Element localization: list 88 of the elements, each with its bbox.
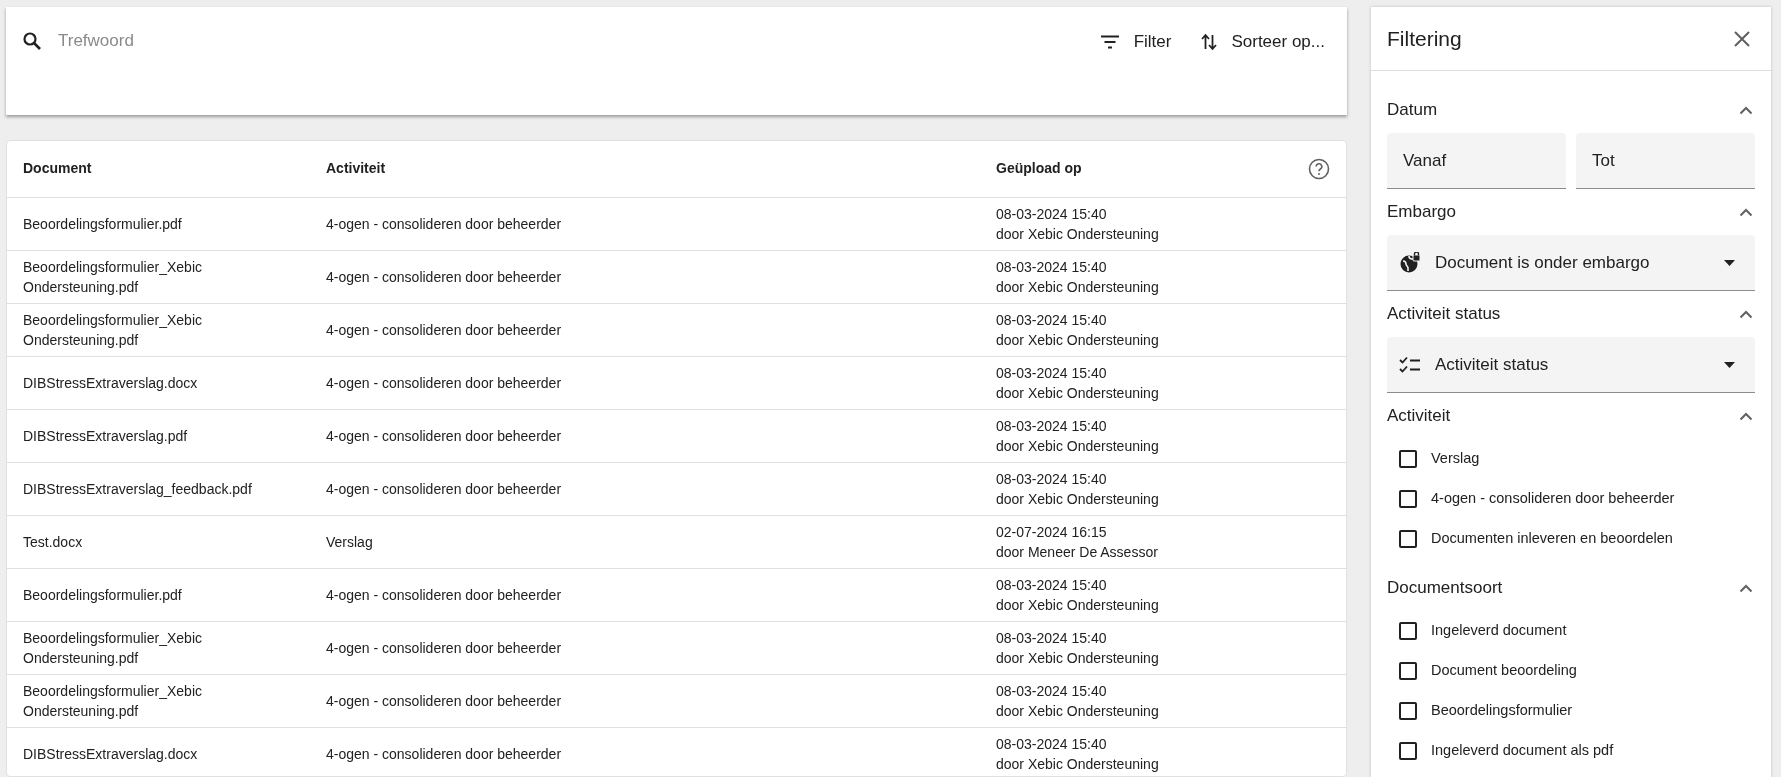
checkbox[interactable] — [1399, 490, 1417, 508]
checklist-icon — [1399, 355, 1421, 374]
upload-date: 08-03-2024 15:40 — [996, 628, 1108, 648]
table-cell: Beoordelingsformulier.pdf — [7, 197, 310, 250]
checkbox-label: Beoordelingsformulier — [1431, 701, 1573, 721]
section-title: Activiteit — [1387, 405, 1451, 428]
filter-icon — [1099, 34, 1120, 49]
upload-date: 08-03-2024 15:40 — [996, 310, 1108, 330]
checkbox[interactable] — [1399, 702, 1417, 720]
date-field[interactable]: Vanaf — [1387, 133, 1566, 189]
checkbox-label: 4-ogen - consolideren door beheerder — [1431, 489, 1675, 509]
upload-date: 08-03-2024 15:40 — [996, 416, 1108, 436]
table-cell: Beoordelingsformulier.pdf — [7, 568, 310, 621]
table-cell: 4-ogen - consolideren door beheerder — [310, 674, 980, 727]
table-cell: 4-ogen - consolideren door beheerder — [310, 356, 980, 409]
table-cell: Beoordelingsformulier_Xebic Ondersteuning.pdf — [7, 674, 310, 727]
uploader: door Xebic Ondersteuning — [996, 489, 1160, 509]
column-header: Activiteit — [310, 141, 980, 197]
checkbox[interactable] — [1399, 662, 1417, 680]
table-cell: 4-ogen - consolideren door beheerder — [310, 621, 980, 674]
sort-button[interactable]: Sorteer op... — [1195, 27, 1331, 57]
help-icon[interactable] — [1308, 157, 1330, 180]
search-field[interactable]: Trefwoord — [56, 27, 456, 55]
upload-date: 08-03-2024 15:40 — [996, 575, 1108, 595]
sort-arrows-icon — [1201, 32, 1218, 51]
checkbox[interactable] — [1399, 530, 1417, 548]
checkbox[interactable] — [1399, 622, 1417, 640]
uploader: door Xebic Ondersteuning — [996, 277, 1160, 297]
dropdown[interactable]: Document is onder embargo — [1387, 235, 1755, 291]
section-title: Documentsoort — [1387, 577, 1503, 600]
dropdown-caret-icon — [1724, 259, 1735, 266]
uploader: door Xebic Ondersteuning — [996, 701, 1160, 721]
upload-date: 08-03-2024 15:40 — [996, 204, 1108, 224]
table-cell: DIBStressExtraverslag.docx — [7, 356, 310, 409]
upload-date: 08-03-2024 15:40 — [996, 469, 1108, 489]
close-icon — [1733, 30, 1751, 49]
chevron-up-icon[interactable] — [1739, 208, 1753, 218]
upload-date: 08-03-2024 15:40 — [996, 681, 1108, 701]
chevron-up-icon[interactable] — [1739, 584, 1753, 594]
table-cell: DIBStressExtraverslag_feedback.pdf — [7, 462, 310, 515]
upload-date: 08-03-2024 15:40 — [996, 257, 1108, 277]
table-cell: Beoordelingsformulier_Xebic Ondersteuning.pdf — [7, 250, 310, 303]
uploader: door Xebic Ondersteuning — [996, 648, 1160, 668]
upload-date: 02-07-2024 16:15 — [996, 522, 1108, 542]
table-cell: DIBStressExtraverslag.docx — [7, 727, 310, 776]
checkbox-label: Documenten inleveren en beoordelen — [1431, 529, 1673, 549]
table-cell: 4-ogen - consolideren door beheerder — [310, 727, 980, 776]
column-header: Geüpload op — [980, 141, 1286, 197]
table-cell: DIBStressExtraverslag.pdf — [7, 409, 310, 462]
table-cell: Verslag — [310, 515, 980, 568]
section-title: Datum — [1387, 99, 1438, 122]
uploader: door Xebic Ondersteuning — [996, 754, 1160, 774]
table-cell: 4-ogen - consolideren door beheerder — [310, 568, 980, 621]
checkbox[interactable] — [1399, 742, 1417, 760]
column-header: Document — [7, 141, 310, 197]
checkbox-label: Ingeleverd document als pdf — [1431, 741, 1614, 761]
uploader: door Xebic Ondersteuning — [996, 224, 1160, 244]
upload-date: 08-03-2024 15:40 — [996, 734, 1108, 754]
checkbox-label: Ingeleverd document — [1431, 621, 1567, 641]
table-cell: 4-ogen - consolideren door beheerder — [310, 197, 980, 250]
uploader: door Xebic Ondersteuning — [996, 595, 1160, 615]
table-cell: 4-ogen - consolideren door beheerder — [310, 250, 980, 303]
chevron-up-icon[interactable] — [1739, 310, 1753, 320]
uploader: door Xebic Ondersteuning — [996, 436, 1160, 456]
date-field[interactable]: Tot — [1576, 133, 1755, 189]
uploader: door Meneer De Assessor — [996, 542, 1159, 562]
table-cell: Test.docx — [7, 515, 310, 568]
dropdown-caret-icon — [1724, 361, 1735, 368]
search-icon — [22, 30, 42, 51]
chevron-up-icon[interactable] — [1739, 412, 1753, 422]
section-title: Activiteit status — [1387, 303, 1501, 326]
checkbox-label: Document beoordeling — [1431, 661, 1577, 681]
dropdown[interactable]: Activiteit status — [1387, 337, 1755, 393]
table-cell: Beoordelingsformulier_Xebic Ondersteuning.pdf — [7, 303, 310, 356]
checkbox[interactable] — [1399, 450, 1417, 468]
checkbox-label: Verslag — [1431, 449, 1480, 469]
uploader: door Xebic Ondersteuning — [996, 330, 1160, 350]
globe-lock-icon — [1399, 251, 1421, 274]
chevron-up-icon[interactable] — [1739, 106, 1753, 116]
table-cell: Beoordelingsformulier_Xebic Ondersteuning.pdf — [7, 621, 310, 674]
table-cell: 4-ogen - consolideren door beheerder — [310, 303, 980, 356]
section-title: Embargo — [1387, 201, 1456, 224]
filter-button[interactable]: Filter — [1093, 27, 1178, 57]
upload-date: 08-03-2024 15:40 — [996, 363, 1108, 383]
panel-title: Filtering — [1387, 25, 1462, 52]
table-cell: 4-ogen - consolideren door beheerder — [310, 409, 980, 462]
table-cell: 4-ogen - consolideren door beheerder — [310, 462, 980, 515]
uploader: door Xebic Ondersteuning — [996, 383, 1160, 403]
